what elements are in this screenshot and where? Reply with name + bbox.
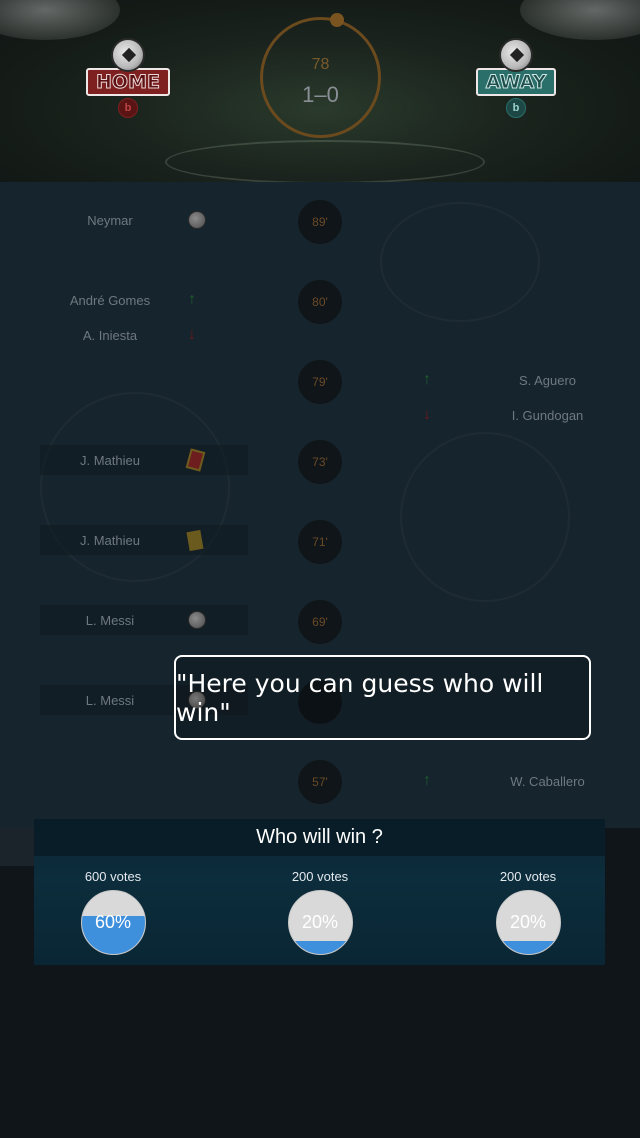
vote-count: 600 votes	[84, 869, 142, 884]
event-left-player: J. Mathieu	[40, 445, 248, 475]
timeline-event: André Gomes ↑ A. Iniesta ↓ 80'	[0, 280, 640, 350]
pitch-center-circle	[165, 140, 485, 182]
stadium-light	[520, 0, 640, 40]
red-card-icon	[185, 448, 206, 472]
away-team-emblem: b	[506, 98, 526, 118]
event-left-player: J. Mathieu	[40, 525, 248, 555]
match-minute: 78	[311, 56, 330, 73]
event-minute: 71'	[298, 520, 342, 564]
player-name: J. Mathieu	[80, 532, 140, 548]
soccer-ball-icon	[111, 38, 145, 72]
player-name: A. Iniesta	[82, 327, 138, 343]
time-progress-knob	[330, 13, 344, 27]
event-left-player: L. Messi	[40, 605, 248, 635]
vote-gauge[interactable]: 60%	[80, 890, 146, 955]
timeline-event: J. Mathieu 73'	[0, 440, 640, 510]
vote-count: 200 votes	[291, 869, 349, 884]
soccer-ball-icon	[188, 611, 206, 629]
vote-percent: 60%	[94, 912, 132, 932]
player-name: André Gomes	[69, 292, 151, 308]
soccer-ball-icon	[499, 38, 533, 72]
arrow-up-icon: ↑	[423, 772, 431, 789]
event-minute: 80'	[298, 280, 342, 324]
vote-percent: 20%	[301, 912, 339, 932]
timeline-event: Neymar 89'	[0, 200, 640, 270]
match-header: HOME b 78 1–0 AWAY b	[0, 0, 640, 182]
poll-option-home[interactable]: 600 votes 60%	[53, 869, 173, 955]
event-left-player: André Gomes ↑	[40, 285, 248, 315]
event-left-player: Neymar	[40, 205, 248, 235]
empty-content-area	[0, 965, 640, 1138]
yellow-card-icon	[186, 529, 204, 551]
soccer-ball-icon	[188, 211, 206, 229]
player-name: Neymar	[87, 212, 133, 228]
vote-gauge[interactable]: 20%	[287, 890, 353, 955]
home-team-badge[interactable]: HOME b	[82, 38, 174, 124]
match-score: 1–0	[302, 82, 339, 107]
poll-option-draw[interactable]: 200 votes 20%	[260, 869, 380, 955]
event-minute: 57'	[298, 760, 342, 804]
arrow-down-icon: ↓	[188, 326, 196, 343]
vote-gauge[interactable]: 20%	[495, 890, 561, 955]
arrow-up-icon: ↑	[188, 291, 196, 308]
score-ring: 78 1–0	[260, 13, 381, 138]
onboarding-tooltip[interactable]: "Here you can guess who will win"	[174, 655, 591, 740]
player-name: L. Messi	[85, 692, 135, 708]
event-minute: 79'	[298, 360, 342, 404]
poll-title: Who will win ?	[34, 819, 605, 856]
player-name: W. Caballero	[510, 773, 585, 789]
event-left-player: A. Iniesta ↓	[40, 320, 248, 350]
timeline-event: 79' ↑ S. Aguero ↓ I. Gundogan	[0, 360, 640, 430]
event-right-player: ↓ I. Gundogan	[405, 400, 620, 430]
away-team-label: AWAY	[475, 68, 557, 96]
player-name: J. Mathieu	[80, 452, 140, 468]
stadium-light	[0, 0, 120, 40]
home-team-label: HOME	[86, 68, 170, 96]
event-right-player: ↑ S. Aguero	[405, 365, 620, 395]
away-team-badge[interactable]: AWAY b	[470, 38, 562, 124]
event-minute: 73'	[298, 440, 342, 484]
poll-edge-strip	[0, 828, 34, 866]
vote-percent: 20%	[509, 912, 547, 932]
win-prediction-poll[interactable]: Who will win ? 600 votes 60% 200 votes 2…	[34, 819, 605, 965]
vote-count: 200 votes	[499, 869, 557, 884]
event-minute: 69'	[298, 600, 342, 644]
timeline-event: J. Mathieu 71'	[0, 520, 640, 590]
player-name: S. Aguero	[518, 372, 577, 388]
home-team-emblem: b	[118, 98, 138, 118]
player-name: I. Gundogan	[511, 407, 584, 423]
arrow-up-icon: ↑	[423, 371, 431, 388]
event-minute: 89'	[298, 200, 342, 244]
player-name: L. Messi	[85, 612, 135, 628]
arrow-down-icon: ↓	[423, 406, 431, 423]
event-right-player: ↑ W. Caballero	[405, 766, 620, 796]
poll-option-away[interactable]: 200 votes 20%	[468, 869, 588, 955]
